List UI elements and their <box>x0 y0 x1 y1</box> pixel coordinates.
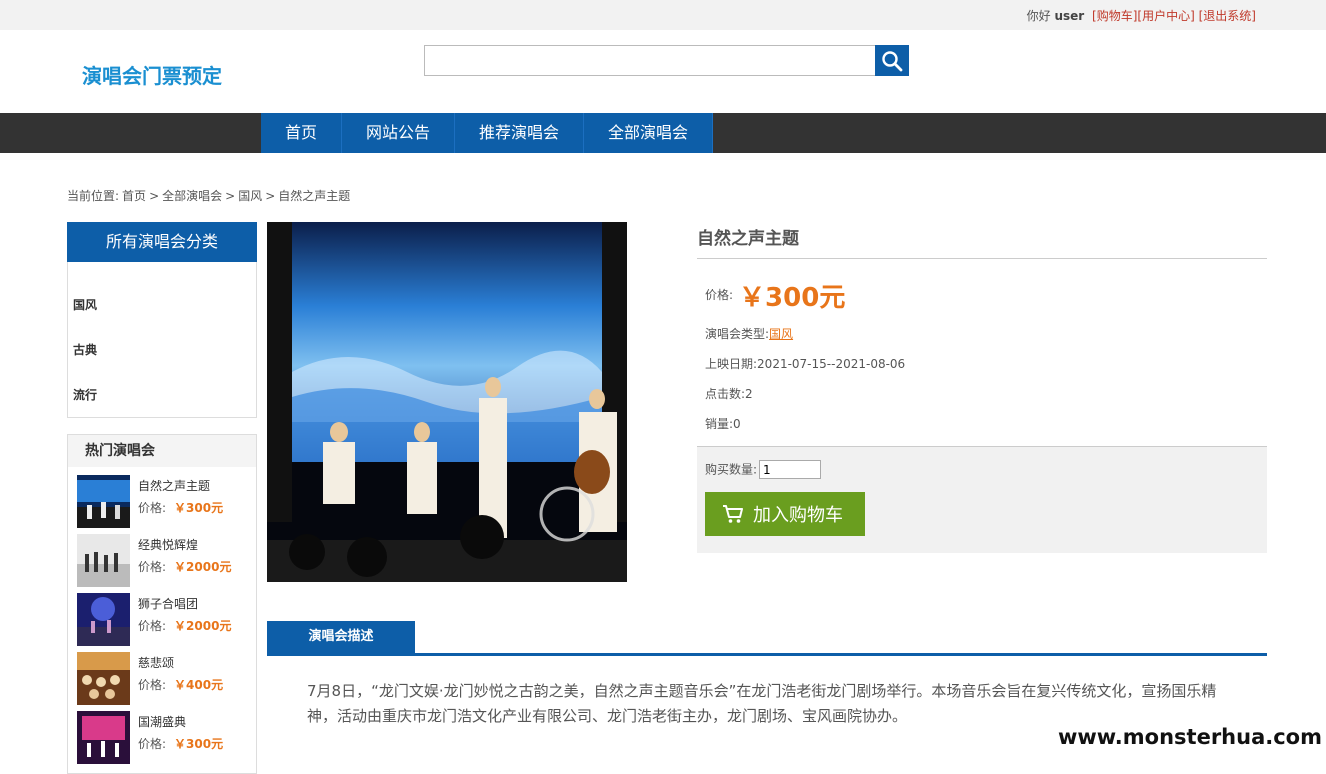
add-to-cart-button[interactable]: 加入购物车 <box>705 492 865 536</box>
watermark: www.monsterhua.com <box>1055 722 1324 754</box>
category-item-classical[interactable]: 古典 <box>68 337 256 382</box>
product-price: ￥300元 <box>739 283 846 313</box>
breadcrumb-separator: > <box>265 189 276 203</box>
nav-item-announcements[interactable]: 网站公告 <box>342 113 456 153</box>
cart-link[interactable]: [购物车] <box>1092 9 1137 23</box>
hot-item-name: 狮子合唱团 <box>138 597 199 611</box>
breadcrumb-separator: > <box>225 189 236 203</box>
sales-row: 销量:0 <box>705 409 1267 439</box>
breadcrumb-item-all[interactable]: 全部演唱会 <box>162 189 222 203</box>
hot-item-thumbnail <box>77 652 130 705</box>
price-row: 价格: ￥300元 <box>705 277 1267 319</box>
clicks-label: 点击数: <box>705 387 746 401</box>
hot-item-thumbnail <box>77 534 130 587</box>
hot-item-name: 慈悲颂 <box>138 656 175 670</box>
greeting: 你好 <box>1026 9 1051 23</box>
hot-item-price-label: 价格: <box>138 678 167 692</box>
tab-description[interactable]: 演唱会描述 <box>267 621 415 653</box>
clicks-value: 2 <box>745 387 753 401</box>
quantity-row: 购买数量: <box>705 460 822 479</box>
hot-item-name: 经典悦辉煌 <box>138 538 199 552</box>
user-center-link[interactable]: [用户中心] <box>1137 9 1194 23</box>
hot-item-price-label: 价格: <box>138 560 167 574</box>
hot-item[interactable]: 慈悲颂 价格: ￥400元 <box>68 644 256 705</box>
username: user <box>1054 9 1085 23</box>
type-row: 演唱会类型:国风 <box>705 319 1267 349</box>
date-label: 上映日期: <box>705 357 758 371</box>
search-input[interactable] <box>424 45 876 76</box>
date-value: 2021-07-15--2021-08-06 <box>757 357 906 371</box>
main-nav: 首页 网站公告 推荐演唱会 全部演唱会 <box>0 113 1326 153</box>
hot-item-name: 自然之声主题 <box>138 479 211 493</box>
breadcrumb-separator: > <box>149 189 160 203</box>
hot-item-thumbnail <box>77 475 130 528</box>
quantity-input[interactable] <box>759 460 822 479</box>
hot-item-price-label: 价格: <box>138 501 167 515</box>
hot-concerts-panel: 热门演唱会 自然之声主题 价格: ￥300元 经典悦辉煌 价格: ￥2000元 狮子… <box>67 434 257 774</box>
cart-icon <box>723 505 743 523</box>
breadcrumb-prefix: 当前位置: <box>67 189 120 203</box>
hot-item[interactable]: 经典悦辉煌 价格: ￥2000元 <box>68 526 256 587</box>
site-logo[interactable]: 演唱会门票预定 <box>82 60 222 89</box>
breadcrumb: 当前位置: 首页 > 全部演唱会 > 国风 > 自然之声主题 <box>67 187 353 204</box>
product-title: 自然之声主题 <box>697 222 1267 259</box>
clicks-row: 点击数:2 <box>705 379 1267 409</box>
buy-box: 购买数量: 加入购物车 <box>697 446 1267 553</box>
sales-label: 销量: <box>705 417 734 431</box>
hot-item[interactable]: 狮子合唱团 价格: ￥2000元 <box>68 585 256 646</box>
search-icon <box>882 50 903 71</box>
hot-item-thumbnail <box>77 593 130 646</box>
hot-item[interactable]: 国潮盛典 价格: ￥300元 <box>68 703 256 764</box>
date-row: 上映日期:2021-07-15--2021-08-06 <box>705 349 1267 379</box>
top-bar: 你好 user [购物车][用户中心] [退出系统] <box>0 0 1326 30</box>
breadcrumb-item-current: 自然之声主题 <box>278 189 351 203</box>
search-bar <box>424 45 909 76</box>
hot-item-price-label: 价格: <box>138 619 167 633</box>
hot-item-thumbnail <box>77 711 130 764</box>
user-links: 你好 user [购物车][用户中心] [退出系统] <box>1027 7 1256 24</box>
breadcrumb-item-category[interactable]: 国风 <box>238 189 262 203</box>
nav-item-recommended[interactable]: 推荐演唱会 <box>455 113 585 153</box>
hot-item-price: ￥2000元 <box>174 560 232 574</box>
category-panel-title: 所有演唱会分类 <box>67 222 257 262</box>
hot-item[interactable]: 自然之声主题 价格: ￥300元 <box>68 467 256 528</box>
product-info: 自然之声主题 价格: ￥300元 演唱会类型:国风 上映日期:2021-07-15… <box>697 222 1267 439</box>
quantity-label: 购买数量: <box>705 462 758 477</box>
hot-item-price: ￥300元 <box>174 501 224 515</box>
hot-item-price-label: 价格: <box>138 737 167 751</box>
nav-item-home[interactable]: 首页 <box>261 113 343 153</box>
category-panel: 所有演唱会分类 国风 古典 流行 <box>67 222 257 418</box>
category-item-pop[interactable]: 流行 <box>68 382 256 427</box>
add-to-cart-label: 加入购物车 <box>753 505 843 526</box>
type-label: 演唱会类型: <box>705 327 770 341</box>
category-item-guofeng[interactable]: 国风 <box>68 292 256 337</box>
description-tabs: 演唱会描述 <box>267 621 1267 656</box>
hot-item-price: ￥400元 <box>174 678 224 692</box>
hot-item-price: ￥300元 <box>174 737 224 751</box>
sales-value: 0 <box>733 417 741 431</box>
nav-item-all-concerts[interactable]: 全部演唱会 <box>584 113 714 153</box>
product-image <box>267 222 627 582</box>
header: 演唱会门票预定 <box>0 30 1326 113</box>
type-link[interactable]: 国风 <box>769 327 793 341</box>
breadcrumb-item-home[interactable]: 首页 <box>122 189 146 203</box>
hot-item-price: ￥2000元 <box>174 619 232 633</box>
search-button[interactable] <box>875 45 909 76</box>
hot-item-name: 国潮盛典 <box>138 715 187 729</box>
logout-link[interactable]: [退出系统] <box>1199 9 1256 23</box>
price-label: 价格: <box>705 288 734 302</box>
hot-concerts-title: 热门演唱会 <box>68 435 256 467</box>
